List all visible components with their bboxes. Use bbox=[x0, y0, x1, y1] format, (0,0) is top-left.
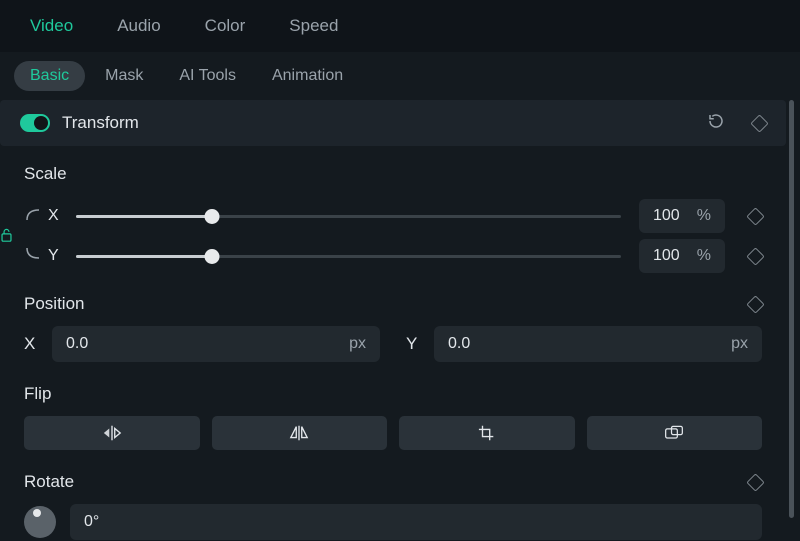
scale-x-row: X 100 % bbox=[24, 196, 762, 236]
tab-audio[interactable]: Audio bbox=[95, 2, 182, 50]
flip-label: Flip bbox=[0, 384, 786, 404]
position-label-text: Position bbox=[24, 294, 84, 314]
transform-header: Transform bbox=[0, 100, 786, 146]
position-keyframe-button[interactable] bbox=[746, 295, 764, 313]
flip-horizontal-icon bbox=[102, 424, 122, 442]
scale-x-unit: % bbox=[697, 207, 711, 225]
position-y-field: Y 0.0 px bbox=[406, 326, 762, 362]
transform-keyframe-button[interactable] bbox=[750, 114, 768, 132]
scale-y-value: 100 bbox=[653, 247, 680, 265]
scale-x-slider[interactable] bbox=[76, 206, 621, 226]
position-block: X 0.0 px Y 0.0 px bbox=[0, 326, 786, 362]
crop-icon bbox=[477, 424, 497, 442]
rotate-label: Rotate bbox=[0, 472, 786, 492]
position-x-value: 0.0 bbox=[66, 335, 88, 353]
tab-speed[interactable]: Speed bbox=[267, 2, 360, 50]
scale-y-axis-label: Y bbox=[48, 247, 66, 265]
rotate-value: 0° bbox=[84, 513, 99, 531]
rotate-dial[interactable] bbox=[24, 506, 56, 538]
position-x-unit: px bbox=[349, 335, 366, 353]
tab-color[interactable]: Color bbox=[183, 2, 268, 50]
tab-video[interactable]: Video bbox=[8, 2, 95, 50]
scale-x-keyframe-button[interactable] bbox=[746, 207, 764, 225]
sub-tab-ai-tools[interactable]: AI Tools bbox=[163, 61, 252, 91]
sub-tab-basic[interactable]: Basic bbox=[14, 61, 85, 91]
scale-x-value: 100 bbox=[653, 207, 680, 225]
crop-button[interactable] bbox=[399, 416, 575, 450]
position-y-axis-label: Y bbox=[406, 334, 420, 354]
position-y-value: 0.0 bbox=[448, 335, 470, 353]
fit-button[interactable] bbox=[587, 416, 763, 450]
position-y-input[interactable]: 0.0 px bbox=[434, 326, 762, 362]
scale-y-value-input[interactable]: 100 % bbox=[639, 239, 725, 273]
main-tabs-bar: Video Audio Color Speed bbox=[0, 0, 800, 52]
transform-title: Transform bbox=[62, 113, 707, 133]
position-x-input[interactable]: 0.0 px bbox=[52, 326, 380, 362]
scale-label: Scale bbox=[0, 164, 786, 184]
scale-y-slider[interactable] bbox=[76, 246, 621, 266]
reset-icon[interactable] bbox=[707, 112, 725, 135]
transform-toggle[interactable] bbox=[20, 114, 50, 132]
sub-tab-mask[interactable]: Mask bbox=[89, 61, 159, 91]
position-label: Position bbox=[0, 294, 786, 314]
rotate-label-text: Rotate bbox=[24, 472, 74, 492]
rotate-block: 0° bbox=[0, 504, 786, 540]
position-x-field: X 0.0 px bbox=[24, 326, 380, 362]
sub-tab-animation[interactable]: Animation bbox=[256, 61, 359, 91]
flip-block bbox=[0, 416, 786, 450]
scale-y-row: Y 100 % bbox=[24, 236, 762, 276]
flip-vertical-button[interactable] bbox=[212, 416, 388, 450]
rotate-keyframe-button[interactable] bbox=[746, 473, 764, 491]
sub-tabs-bar: Basic Mask AI Tools Animation bbox=[0, 52, 800, 100]
scale-y-unit: % bbox=[697, 247, 711, 265]
properties-panel: Transform Scale X 100 % Y bbox=[0, 100, 786, 541]
position-y-unit: px bbox=[731, 335, 748, 353]
scale-x-value-input[interactable]: 100 % bbox=[639, 199, 725, 233]
rotate-input[interactable]: 0° bbox=[70, 504, 762, 540]
lock-icon[interactable] bbox=[0, 228, 13, 248]
scale-y-keyframe-button[interactable] bbox=[746, 247, 764, 265]
scrollbar[interactable] bbox=[789, 100, 794, 518]
link-arc-bottom-icon bbox=[24, 247, 42, 266]
position-x-axis-label: X bbox=[24, 334, 38, 354]
flip-horizontal-button[interactable] bbox=[24, 416, 200, 450]
scale-x-axis-label: X bbox=[48, 207, 66, 225]
link-arc-top-icon bbox=[24, 207, 42, 226]
fit-icon bbox=[664, 424, 684, 442]
flip-vertical-icon bbox=[289, 424, 309, 442]
